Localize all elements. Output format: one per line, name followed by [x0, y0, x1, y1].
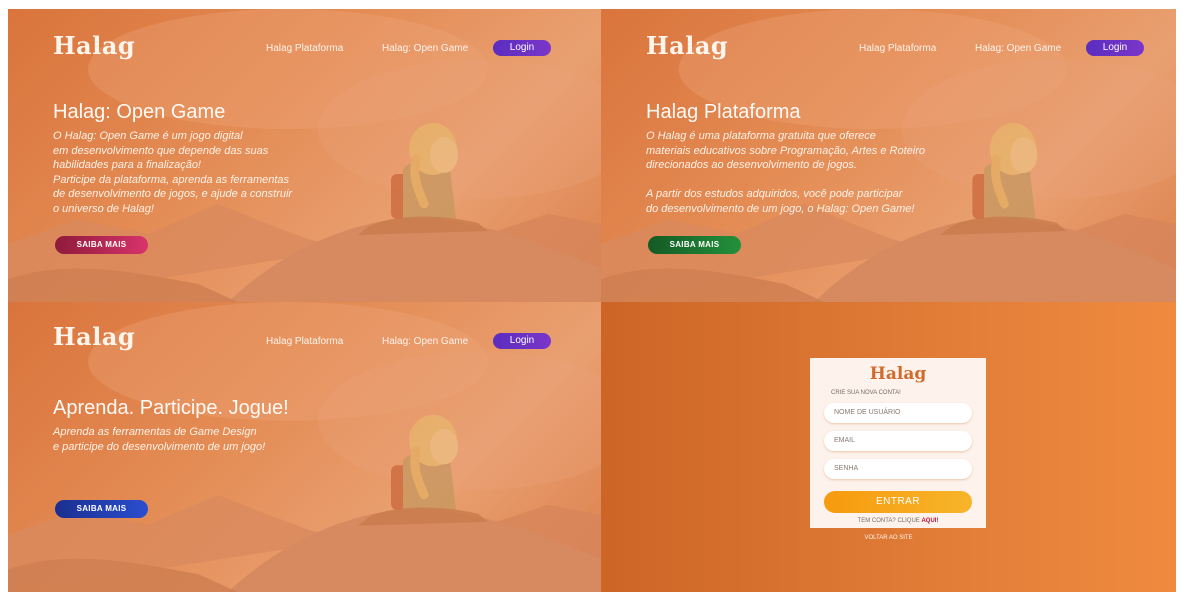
hero-slide-aprenda: Halag Halag Plataforma Halag: Open Game … — [8, 302, 601, 592]
username-field[interactable]: NOME DE USUÁRIO — [824, 403, 972, 423]
nav-link-plataforma[interactable]: Halag Plataforma — [266, 336, 343, 347]
brand-logo[interactable]: Halag — [646, 31, 728, 60]
hero-description-line: Aprenda as ferramentas de Game Design — [53, 426, 257, 438]
hero-description-line: o universo de Halag! — [53, 202, 154, 215]
hero-title: Aprenda. Participe. Jogue! — [53, 397, 289, 419]
nav-link-plataforma[interactable]: Halag Plataforma — [859, 43, 936, 54]
login-here-link[interactable]: AQUI! — [921, 518, 938, 524]
back-to-site-link[interactable]: VOLTAR AO SITE — [601, 535, 1176, 541]
brand-logo[interactable]: Halag — [53, 31, 135, 60]
saiba-mais-button[interactable]: SAIBA MAIS — [648, 236, 741, 254]
login-button[interactable]: Login — [493, 40, 551, 56]
nav-link-open-game[interactable]: Halag: Open Game — [382, 43, 468, 54]
have-account-label: TEM CONTA? CLIQUE — [857, 518, 922, 524]
hero-title: Halag: Open Game — [53, 101, 226, 123]
hero-description-line: de desenvolvimento de jogos, e ajude a c… — [53, 188, 293, 200]
saiba-mais-button[interactable]: SAIBA MAIS — [55, 236, 148, 254]
signup-subtitle: CRIE SUA NOVA CONTA! — [831, 390, 901, 396]
nav-link-open-game[interactable]: Halag: Open Game — [382, 336, 468, 347]
hero-title: Halag Plataforma — [646, 101, 801, 123]
hero-description-line: do desenvolvimento de um jogo, o Halag: … — [646, 202, 915, 215]
hero-slide-plataforma: Halag Halag Plataforma Halag: Open Game … — [601, 9, 1176, 302]
hero-description: Aprenda as ferramentas de Game Design e … — [53, 425, 265, 454]
login-button[interactable]: Login — [493, 333, 551, 349]
have-account-text: TEM CONTA? CLIQUE AQUI! — [810, 518, 986, 524]
brand-logo[interactable]: Halag — [53, 322, 135, 351]
signup-logo: Halag — [869, 364, 927, 384]
hero-description-line: A partir dos estudos adquiridos, você po… — [646, 188, 903, 200]
hero-description-line: O Halag: Open Game é um jogo digital — [53, 130, 243, 142]
hero-description-line: O Halag é uma plataforma gratuita que of… — [646, 130, 876, 142]
hero-description-line: materiais educativos sobre Programação, … — [646, 144, 925, 157]
nav-link-plataforma[interactable]: Halag Plataforma — [266, 43, 343, 54]
hero-description-line — [646, 173, 925, 188]
login-button[interactable]: Login — [1086, 40, 1144, 56]
hero-description-line: em desenvolvimento que depende das suas — [53, 144, 269, 157]
hero-slide-open-game: Halag Halag Plataforma Halag: Open Game … — [8, 9, 601, 302]
hero-description: O Halag: Open Game é um jogo digital em … — [53, 129, 292, 216]
email-field[interactable]: EMAIL — [824, 431, 972, 451]
signup-panel: Halag CRIE SUA NOVA CONTA! NOME DE USUÁR… — [601, 302, 1176, 592]
hero-description-line: habilidades para a finalização! — [53, 159, 201, 171]
hero-description-line: direcionados ao desenvolvimento de jogos… — [646, 159, 857, 171]
enter-button[interactable]: ENTRAR — [824, 491, 972, 513]
hero-description: O Halag é uma plataforma gratuita que of… — [646, 129, 925, 216]
signup-form: Halag CRIE SUA NOVA CONTA! NOME DE USUÁR… — [810, 358, 986, 528]
hero-description-line: e participe do desenvolvimento de um jog… — [53, 440, 266, 453]
saiba-mais-button[interactable]: SAIBA MAIS — [55, 500, 148, 518]
nav-link-open-game[interactable]: Halag: Open Game — [975, 43, 1061, 54]
hero-description-line: Participe da plataforma, aprenda as ferr… — [53, 173, 290, 186]
password-field[interactable]: SENHA — [824, 459, 972, 479]
